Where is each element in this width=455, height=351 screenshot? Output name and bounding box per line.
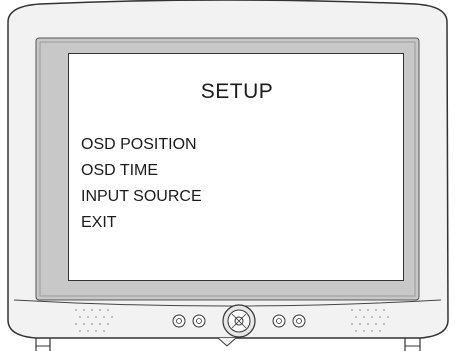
tv-left-foot [35,338,51,351]
control-button-1[interactable] [172,314,186,328]
tv-screen: SETUP OSD POSITION OSD TIME INPUT SOURCE… [68,53,404,281]
menu-item-osd-time[interactable]: OSD TIME [81,158,202,184]
joystick-button[interactable] [222,304,256,338]
tv-right-foot [404,338,421,351]
control-button-4[interactable] [292,314,306,328]
menu-item-osd-position[interactable]: OSD POSITION [81,132,202,158]
menu-item-input-source[interactable]: INPUT SOURCE [81,184,202,210]
osd-menu-list: OSD POSITION OSD TIME INPUT SOURCE EXIT [81,132,202,236]
control-button-3[interactable] [272,314,286,328]
osd-menu-title: SETUP [200,80,274,103]
menu-item-exit[interactable]: EXIT [81,210,202,236]
control-button-2[interactable] [192,314,206,328]
